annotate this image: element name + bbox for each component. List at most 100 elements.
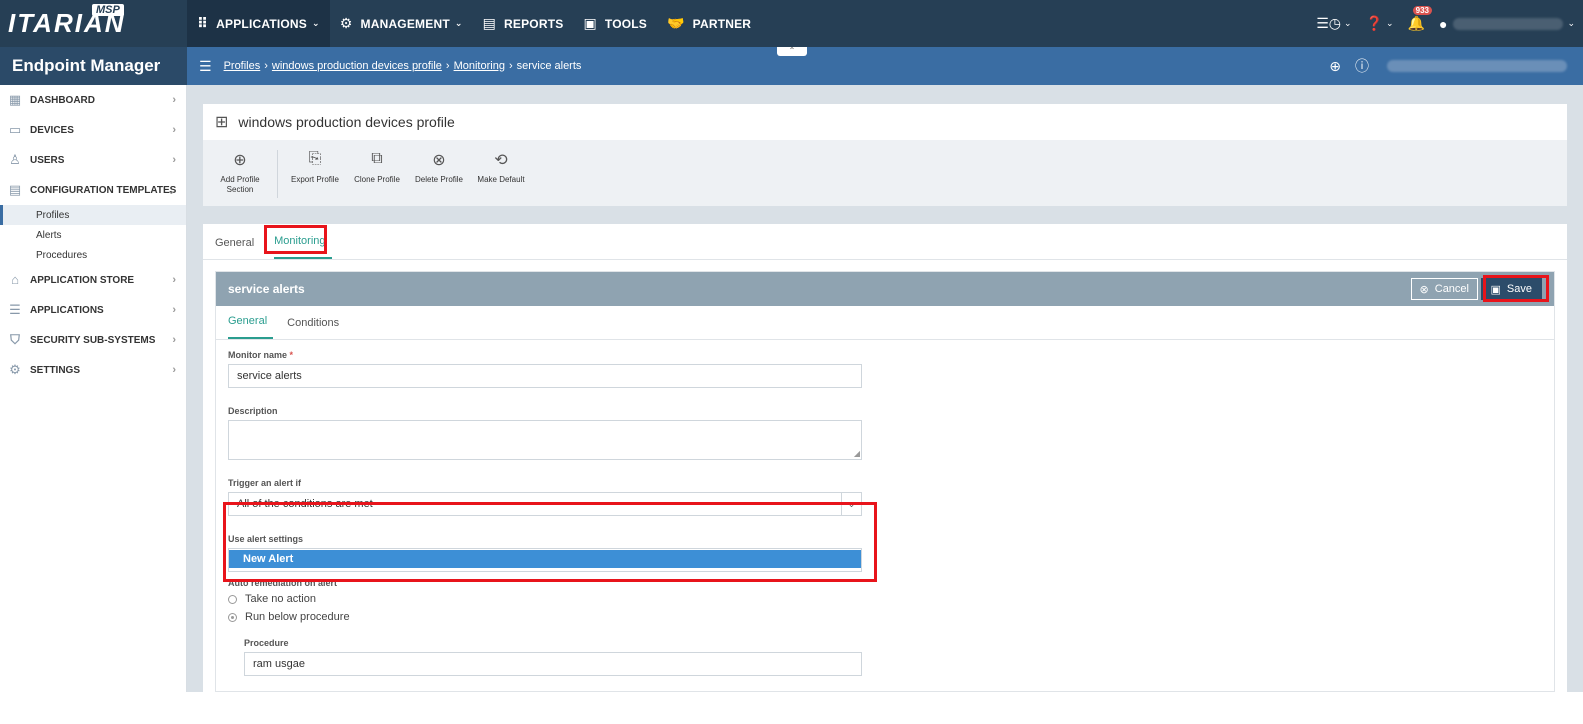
profile-tabs: General Monitoring xyxy=(203,224,1567,260)
add-profile-section-button[interactable]: ⊕ Add Profile Section xyxy=(215,150,265,195)
close-icon: ⊗ xyxy=(1419,283,1429,296)
chevron-down-icon: ⌄ xyxy=(1567,18,1575,28)
chevron-right-icon: › xyxy=(172,364,176,376)
hamburger-icon[interactable]: ☰ xyxy=(199,58,212,75)
sidebar-item-devices[interactable]: ▭ DEVICES › xyxy=(0,115,186,145)
bell-icon: 🔔 xyxy=(1407,15,1425,31)
procedure-group: Procedure ram usgae xyxy=(228,638,1554,676)
nav-label: REPORTS xyxy=(504,16,564,31)
avatar-icon: ● xyxy=(1438,15,1448,32)
delete-profile-button[interactable]: ⊗ Delete Profile xyxy=(414,150,464,185)
account-name-redacted xyxy=(1453,17,1564,30)
sub-bar: ☰ Profiles › windows production devices … xyxy=(187,47,1583,85)
make-default-button[interactable]: ⟲ Make Default xyxy=(476,150,526,185)
sidebar: ▦ DASHBOARD › ▭ DEVICES › ♙ USERS › ▤ CO… xyxy=(0,85,187,692)
description-textarea[interactable]: ◢ xyxy=(228,420,862,460)
chevron-right-icon: › xyxy=(172,334,176,346)
resize-handle-icon[interactable]: ◢ xyxy=(854,449,860,458)
chevron-down-icon: ⌄ xyxy=(1386,18,1394,28)
radio-label: Run below procedure xyxy=(245,611,350,623)
cancel-button[interactable]: ⊗ Cancel xyxy=(1410,278,1478,300)
export-profile-button[interactable]: ⎘ Export Profile xyxy=(290,150,340,185)
sidebar-item-applications[interactable]: ☰ APPLICATIONS › xyxy=(0,295,186,325)
sidebar-item-application-store[interactable]: ⌂ APPLICATION STORE › xyxy=(0,265,186,295)
help-menu[interactable]: ❓ ⌄ xyxy=(1366,15,1394,32)
breadcrumb-profiles[interactable]: Profiles xyxy=(224,60,261,72)
breadcrumb-current: service alerts xyxy=(516,60,582,72)
add-device-icon[interactable]: ⊕ xyxy=(1329,58,1341,75)
chevron-down-icon: ⌄ xyxy=(1344,18,1352,28)
gears-icon: ⚙ xyxy=(339,15,353,31)
sidebar-subitem-alerts[interactable]: Alerts xyxy=(0,225,186,245)
collapse-header-button[interactable]: ⌃ xyxy=(777,47,807,56)
sidebar-subitem-profiles[interactable]: Profiles xyxy=(0,205,186,225)
help-icon: ❓ xyxy=(1365,15,1383,31)
grid-icon: ⠿ xyxy=(197,15,209,31)
highlight-monitoring-tab xyxy=(264,225,327,254)
help-icon[interactable]: ⓘ xyxy=(1355,56,1369,76)
radio-take-no-action[interactable]: Take no action xyxy=(228,590,1554,608)
report-icon: ▤ xyxy=(482,15,497,31)
template-icon: ▤ xyxy=(8,182,22,197)
nav-partner[interactable]: 🤝 PARTNER xyxy=(657,0,761,47)
tab-monitor-general[interactable]: General xyxy=(228,315,274,339)
sidebar-item-label: CONFIGURATION TEMPLATES xyxy=(30,184,177,196)
monitor-editor: service alerts ⊗ Cancel ▣ Save General C… xyxy=(215,271,1555,692)
main-content: ⊞ windows production devices profile ⊕ A… xyxy=(187,85,1583,692)
cancel-label: Cancel xyxy=(1434,283,1469,295)
breadcrumb-separator: › xyxy=(264,60,268,72)
account-menu[interactable]: ● ⌄ xyxy=(1439,16,1575,32)
chevron-down-icon: ⌄ xyxy=(312,18,320,28)
radio-run-below-procedure[interactable]: Run below procedure xyxy=(228,608,1554,626)
clock-icon: ☰◷ xyxy=(1316,15,1342,31)
logo[interactable]: ITARIAN MSP xyxy=(0,0,187,47)
sub-right-controls: ⊕ ⓘ xyxy=(1315,56,1583,76)
add-section-icon: ⊕ xyxy=(233,152,247,169)
dashboard-icon: ▦ xyxy=(8,92,22,107)
sidebar-item-label: APPLICATION STORE xyxy=(30,274,135,286)
sidebar-item-label: USERS xyxy=(30,154,65,166)
sidebar-item-dashboard[interactable]: ▦ DASHBOARD › xyxy=(0,85,186,115)
toolbar-divider xyxy=(277,150,278,198)
nav-applications[interactable]: ⠿ APPLICATIONS ⌄ xyxy=(187,0,330,47)
delete-icon: ⊗ xyxy=(432,152,446,169)
radio-circle xyxy=(228,594,237,604)
tab-general[interactable]: General xyxy=(215,237,260,259)
user-email-redacted xyxy=(1387,60,1567,72)
export-icon: ⎘ xyxy=(308,150,322,167)
chevron-right-icon: › xyxy=(172,124,176,136)
chevron-right-icon: › xyxy=(172,274,176,286)
tab-monitor-conditions[interactable]: Conditions xyxy=(287,317,345,339)
sidebar-subitem-procedures[interactable]: Procedures xyxy=(0,245,186,265)
breadcrumb-separator: › xyxy=(445,60,450,72)
top-right-controls: ☰◷ ⌄ ❓ ⌄ 🔔 933 ● ⌄ xyxy=(1302,0,1583,47)
monitor-name-input[interactable]: service alerts xyxy=(228,364,862,388)
breadcrumb-profile[interactable]: windows production devices profile xyxy=(272,60,442,72)
windows-icon: ⊞ xyxy=(215,114,229,131)
nav-label: PARTNER xyxy=(692,16,752,31)
nav-management[interactable]: ⚙ MANAGEMENT ⌄ xyxy=(330,0,473,47)
app-title: Endpoint Manager xyxy=(0,47,187,85)
toolbar-label: Export Profile xyxy=(290,175,340,184)
nav-reports[interactable]: ▤ REPORTS xyxy=(473,0,574,47)
required-marker: * xyxy=(289,350,294,360)
nav-tools[interactable]: ▣ TOOLS xyxy=(573,0,657,47)
monitor-name-label: Monitor name * xyxy=(228,350,1554,360)
nav-label: APPLICATIONS xyxy=(216,16,307,31)
gear-icon: ⚙ xyxy=(9,362,21,377)
highlight-save-button xyxy=(1483,275,1549,302)
sidebar-item-users[interactable]: ♙ USERS › xyxy=(0,145,186,175)
sidebar-item-label: DASHBOARD xyxy=(30,94,95,106)
sidebar-item-label: SECURITY SUB-SYSTEMS xyxy=(30,334,156,346)
sidebar-item-settings[interactable]: ⚙ SETTINGS › xyxy=(0,355,186,385)
breadcrumb-monitoring[interactable]: Monitoring xyxy=(454,60,505,72)
history-menu[interactable]: ☰◷ ⌄ xyxy=(1316,15,1351,32)
applications-icon: ☰ xyxy=(9,302,21,317)
toolbar-label: Add Profile Section xyxy=(220,175,260,194)
sidebar-item-security-sub-systems[interactable]: ⛉ SECURITY SUB-SYSTEMS › xyxy=(0,325,186,355)
sidebar-item-configuration-templates[interactable]: ▤ CONFIGURATION TEMPLATES ⌄ xyxy=(0,175,186,205)
notifications-button[interactable]: 🔔 933 xyxy=(1407,6,1432,32)
default-icon: ⟲ xyxy=(494,152,508,169)
procedure-input[interactable]: ram usgae xyxy=(244,652,862,676)
clone-profile-button[interactable]: ⧉ Clone Profile xyxy=(352,150,402,185)
